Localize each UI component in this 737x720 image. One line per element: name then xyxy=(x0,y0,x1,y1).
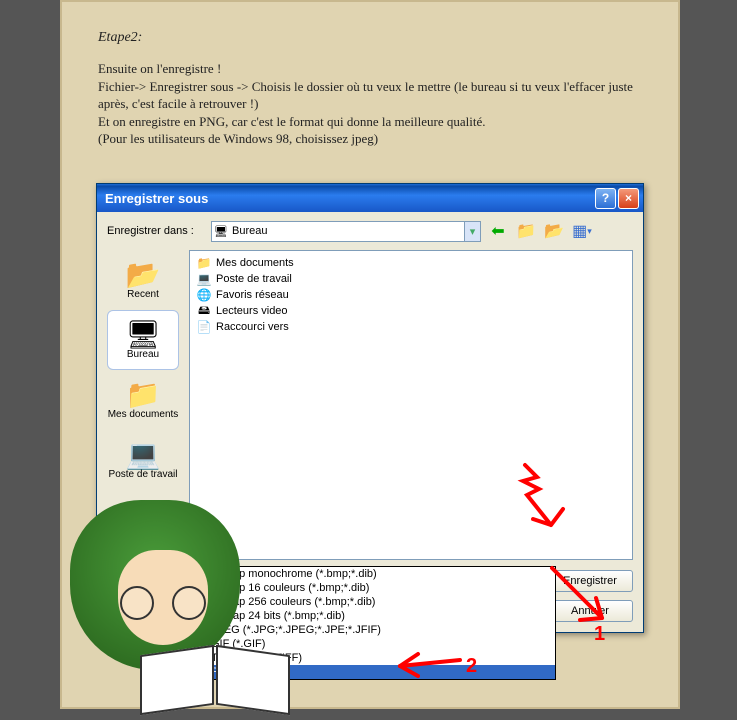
list-item[interactable]: 🌐Favoris réseau xyxy=(196,287,626,303)
save-in-combo[interactable]: 🖥 Bureau ▾ xyxy=(211,221,481,242)
documents-icon: 📁 xyxy=(126,381,161,409)
up-icon[interactable]: 📁 xyxy=(515,220,537,242)
place-bureau[interactable]: 🖥 Bureau xyxy=(107,310,179,370)
shortcut-icon: 📄 xyxy=(196,320,212,334)
views-icon[interactable]: ▦▾ xyxy=(571,220,593,242)
help-button[interactable]: ? xyxy=(595,188,616,209)
save-button[interactable]: Enregistrer xyxy=(547,570,633,592)
place-computer[interactable]: 💻 Poste de travail xyxy=(107,430,179,490)
folder-icon: 📂 xyxy=(126,261,161,289)
titlebar[interactable]: Enregistrer sous ? × xyxy=(97,184,643,212)
save-in-value: Bureau xyxy=(230,225,464,237)
drive-icon: 🖴 xyxy=(196,301,212,322)
toolbar: Enregistrer dans : 🖥 Bureau ▾ ⬅ 📁 📂 ▦▾ xyxy=(97,212,643,250)
close-button[interactable]: × xyxy=(618,188,639,209)
new-folder-icon[interactable]: 📂 xyxy=(543,220,565,242)
desktop-icon: 🖥 xyxy=(125,321,161,349)
list-item[interactable]: 🖴Lecteurs video xyxy=(196,303,626,319)
back-icon[interactable]: ⬅ xyxy=(487,220,509,242)
cancel-button[interactable]: Annuler xyxy=(547,600,633,622)
computer-icon: 💻 xyxy=(196,272,212,286)
dialog-title: Enregistrer sous xyxy=(101,191,593,206)
step-title: Etape2: xyxy=(98,30,642,46)
list-item[interactable]: 💻Poste de travail xyxy=(196,271,626,287)
list-item[interactable]: 📄Raccourci vers xyxy=(196,319,626,335)
chevron-down-icon[interactable]: ▾ xyxy=(464,222,480,241)
folder-icon: 📁 xyxy=(196,256,212,270)
tutorial-character xyxy=(60,500,270,700)
desktop-icon: 🖥 xyxy=(212,225,230,238)
place-recent[interactable]: 📂 Recent xyxy=(107,250,179,310)
save-in-label: Enregistrer dans : xyxy=(107,225,205,237)
list-item[interactable]: 📁Mes documents xyxy=(196,255,626,271)
place-documents[interactable]: 📁 Mes documents xyxy=(107,370,179,430)
computer-icon: 💻 xyxy=(126,441,161,469)
step-text: Ensuite on l'enregistre ! Fichier-> Enre… xyxy=(98,60,642,148)
